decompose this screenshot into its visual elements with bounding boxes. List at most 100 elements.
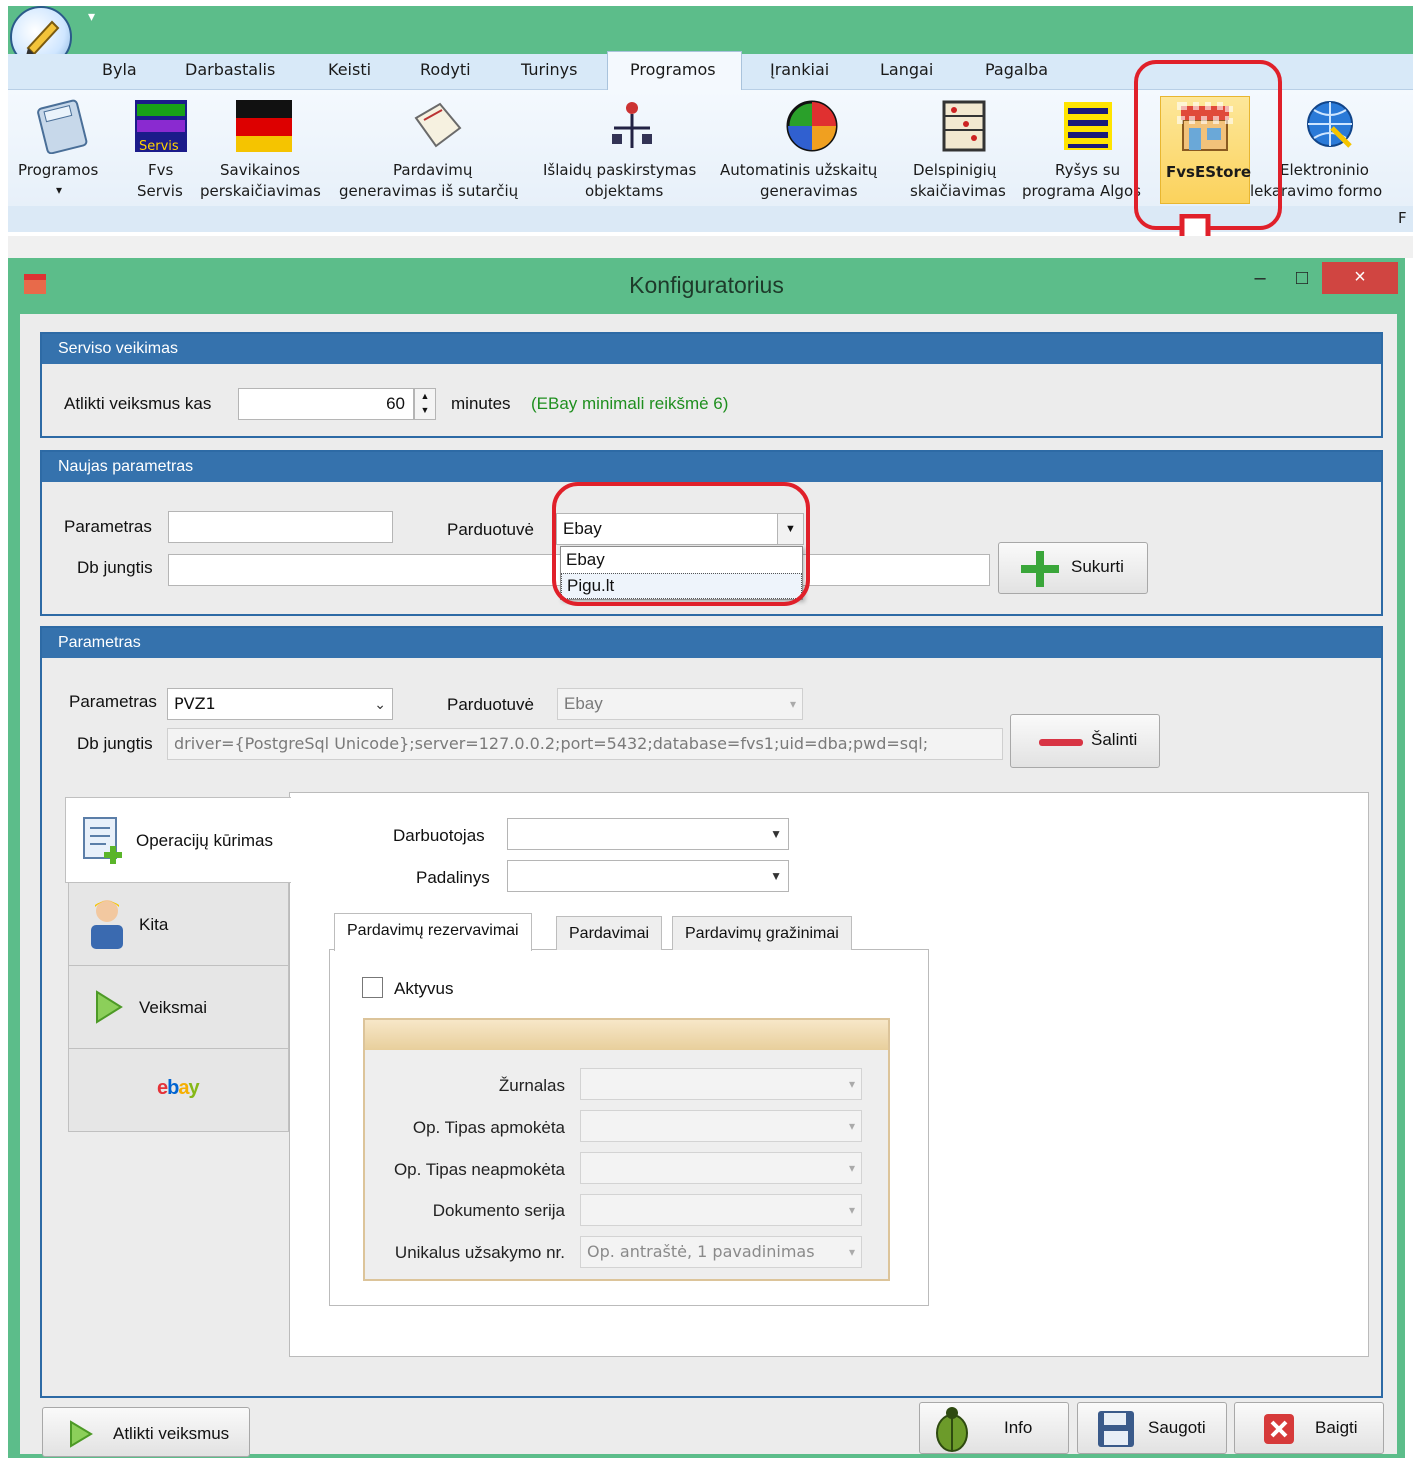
param-store-select: Ebay ▾ bbox=[557, 688, 803, 720]
ribbon-generavimas-label[interactable]: generavimas iš sutarčių bbox=[339, 181, 518, 202]
finish-button-label: Baigti bbox=[1315, 1418, 1358, 1437]
menu-rodyti[interactable]: Rodyti bbox=[420, 60, 471, 79]
unit-label: Padalinys bbox=[416, 868, 490, 887]
ribbon-programa-algos-label[interactable]: programa Algos bbox=[1022, 181, 1141, 202]
side-tab-kita-label: Kita bbox=[139, 915, 169, 934]
ribbon-savikainos-label[interactable]: Savikainos bbox=[220, 160, 300, 181]
ribbon-programos-dropdown-icon[interactable]: ▾ bbox=[56, 180, 62, 201]
menu-byla[interactable]: Byla bbox=[102, 60, 137, 79]
ribbon-elektroninio-label[interactable]: Elektroninio bbox=[1280, 160, 1369, 181]
side-tab-kita[interactable]: Kita bbox=[68, 882, 289, 966]
ribbon-rysys-label[interactable]: Ryšys su bbox=[1055, 160, 1120, 181]
chevron-down-icon: ▾ bbox=[848, 1161, 855, 1175]
new-param-input[interactable] bbox=[168, 511, 393, 543]
ribbon-uzskaitu-generavimas-label[interactable]: generavimas bbox=[760, 181, 858, 202]
menu-langai[interactable]: Langai bbox=[880, 60, 933, 79]
unikalus-uzsakymo-select: Op. antraštė, 1 pavadinimas ▾ bbox=[580, 1236, 862, 1268]
menu-programos[interactable]: Programos bbox=[630, 60, 716, 79]
ribbon-islaidu-label[interactable]: Išlaidų paskirstymas bbox=[543, 160, 696, 181]
chevron-down-icon: ⌄ bbox=[374, 696, 386, 712]
info-button[interactable]: Info bbox=[919, 1402, 1069, 1454]
app-title-bar bbox=[8, 6, 1413, 54]
run-actions-button[interactable]: Atlikti veiksmus bbox=[42, 1407, 250, 1457]
interval-input[interactable]: 60 bbox=[238, 388, 414, 420]
tab-pardavimu-grazinimai[interactable]: Pardavimų gražinimai bbox=[672, 916, 852, 950]
param-select[interactable]: PVZ1 ⌄ bbox=[167, 688, 393, 720]
quick-access-dropdown-icon[interactable]: ▾ bbox=[88, 8, 95, 25]
interval-unit: minutes bbox=[451, 394, 511, 413]
side-tab-veiksmai[interactable]: Veiksmai bbox=[68, 965, 289, 1049]
menu-darbastalis[interactable]: Darbastalis bbox=[185, 60, 275, 79]
fvs-servis-icon[interactable]: Servis bbox=[133, 98, 189, 154]
save-button[interactable]: Saugoti bbox=[1077, 1402, 1227, 1454]
ribbon-servis-label[interactable]: Servis bbox=[137, 181, 183, 202]
chevron-down-icon: ▼ bbox=[770, 869, 782, 883]
bug-icon bbox=[936, 1407, 968, 1452]
menu-pagalba[interactable]: Pagalba bbox=[985, 60, 1048, 79]
minimize-button[interactable]: – bbox=[1240, 262, 1280, 294]
savikainos-flag-icon[interactable] bbox=[236, 98, 292, 154]
menu-keisti[interactable]: Keisti bbox=[328, 60, 371, 79]
side-tab-veiksmai-label: Veiksmai bbox=[139, 998, 208, 1017]
chevron-down-icon: ▾ bbox=[848, 1119, 855, 1133]
ribbon-fvs-label[interactable]: Fvs bbox=[148, 160, 173, 181]
sales-generation-icon[interactable] bbox=[410, 98, 466, 154]
close-button[interactable]: × bbox=[1322, 262, 1398, 294]
param-group-header: Parametras bbox=[42, 628, 1381, 658]
dokumento-serija-select: ▾ bbox=[580, 1194, 862, 1226]
algos-link-icon[interactable] bbox=[1060, 98, 1116, 154]
service-group: Serviso veikimas bbox=[40, 332, 1383, 438]
globe-form-icon[interactable] bbox=[1302, 98, 1358, 154]
maximize-button[interactable]: □ bbox=[1282, 262, 1322, 294]
settings-panel-header bbox=[365, 1020, 888, 1050]
ribbon-objektams-label[interactable]: objektams bbox=[585, 181, 663, 202]
create-button[interactable]: Sukurti bbox=[998, 542, 1148, 594]
info-button-label: Info bbox=[1004, 1418, 1033, 1437]
param-db-input[interactable]: driver={PostgreSql Unicode};server=127.0… bbox=[167, 728, 1003, 760]
run-actions-label: Atlikti veiksmus bbox=[113, 1424, 230, 1443]
worker-icon bbox=[91, 900, 123, 949]
ribbon-skaiciavimas-label[interactable]: skaičiavimas bbox=[910, 181, 1006, 202]
ribbon-automatinis-label[interactable]: Automatinis užskaitų bbox=[720, 160, 877, 181]
employee-label: Darbuotojas bbox=[393, 826, 485, 845]
new-param-label: Parametras bbox=[64, 517, 152, 536]
service-group-header: Serviso veikimas bbox=[42, 334, 1381, 364]
finish-button[interactable]: Baigti bbox=[1234, 1402, 1384, 1454]
interval-label: Atlikti veiksmus kas bbox=[64, 394, 212, 413]
unit-select[interactable]: ▼ bbox=[507, 860, 789, 892]
param-store-value: Ebay bbox=[564, 694, 603, 713]
active-checkbox[interactable] bbox=[362, 977, 383, 998]
tab-pardavimu-rezervavimai[interactable]: Pardavimų rezervavimai bbox=[334, 913, 532, 951]
auto-offset-icon[interactable] bbox=[784, 98, 840, 154]
param-db-label: Db jungtis bbox=[77, 734, 153, 753]
ribbon-delspinigiu-label[interactable]: Delspinigių bbox=[913, 160, 996, 181]
side-tab-ebay[interactable]: ebay bbox=[68, 1048, 289, 1132]
expense-allocation-icon[interactable] bbox=[604, 98, 660, 154]
chevron-down-icon: ▾ bbox=[789, 697, 796, 711]
ribbon-group-label: F bbox=[1398, 209, 1407, 227]
menu-irankiai[interactable]: Įrankiai bbox=[770, 60, 829, 79]
ribbon-perskaiciavimas-label[interactable]: perskaičiavimas bbox=[200, 181, 321, 202]
delete-button[interactable]: Šalinti bbox=[1010, 714, 1160, 768]
new-store-label: Parduotuvė bbox=[447, 520, 534, 539]
abacus-icon[interactable] bbox=[936, 98, 992, 154]
svg-text:Servis: Servis bbox=[139, 139, 179, 154]
close-red-icon bbox=[1264, 1414, 1294, 1444]
background-window-strip bbox=[8, 236, 1413, 258]
side-tab-operations[interactable]: Operacijų kūrimas bbox=[65, 797, 291, 883]
menu-turinys[interactable]: Turinys bbox=[521, 60, 577, 79]
employee-select[interactable]: ▼ bbox=[507, 818, 789, 850]
new-db-label: Db jungtis bbox=[77, 558, 153, 577]
param-select-value: PVZ1 bbox=[174, 694, 216, 713]
ribbon-programos-label[interactable]: Programos bbox=[18, 160, 98, 181]
interval-spinner[interactable]: ▲ ▼ bbox=[414, 388, 436, 420]
floppy-disk-icon bbox=[1098, 1411, 1134, 1447]
chevron-down-icon: ▾ bbox=[848, 1245, 855, 1259]
active-checkbox-label: Aktyvus bbox=[394, 979, 454, 998]
calculator-icon[interactable] bbox=[34, 98, 90, 155]
tab-pardavimai[interactable]: Pardavimai bbox=[556, 916, 663, 950]
play-icon bbox=[70, 1420, 93, 1448]
dokumento-serija-label: Dokumento serija bbox=[432, 1201, 565, 1220]
ribbon-pardavimu-label[interactable]: Pardavimų bbox=[393, 160, 472, 181]
op-tipas-neapmoketa-select: ▾ bbox=[580, 1152, 862, 1184]
